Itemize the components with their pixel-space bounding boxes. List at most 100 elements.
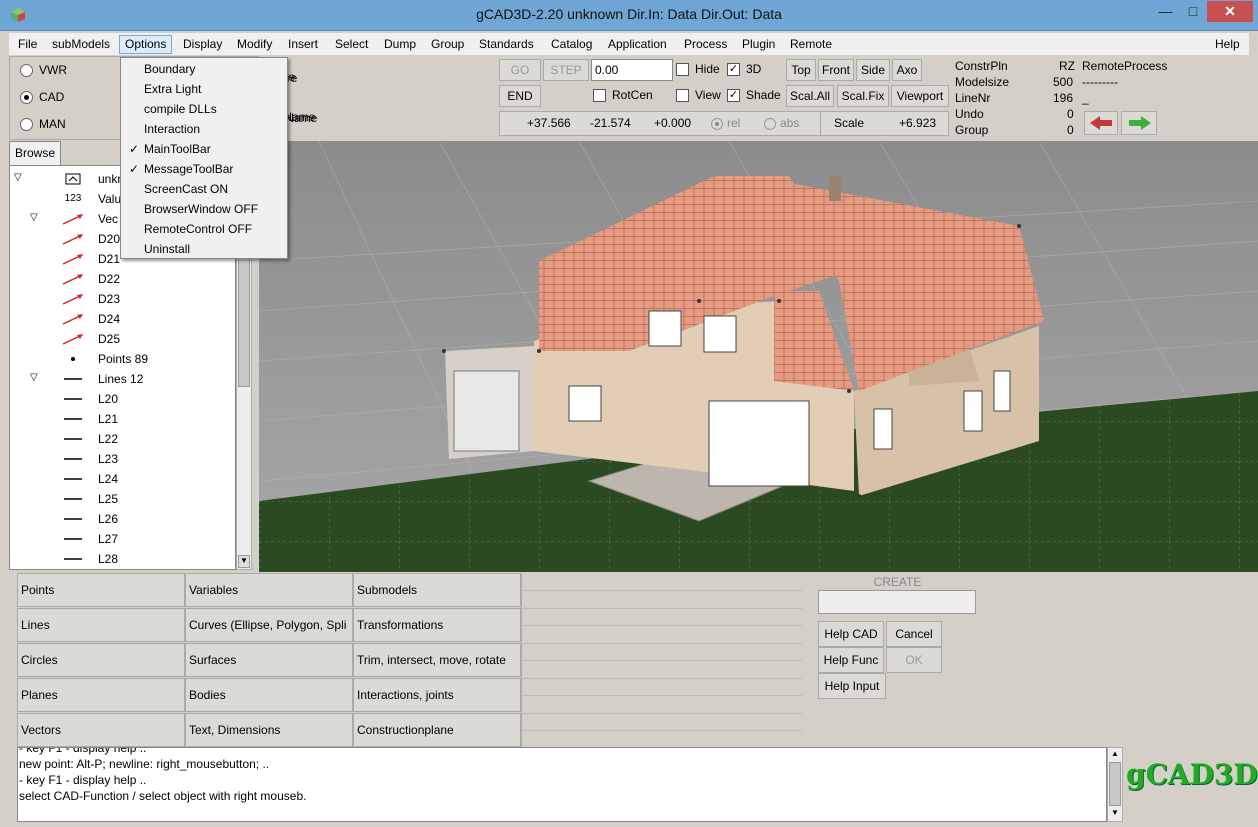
menu-group[interactable]: Group [425, 35, 470, 54]
options-menu-item[interactable]: ScreenCast ON [121, 179, 287, 199]
maximize-button[interactable]: □ [1180, 1, 1206, 22]
create-input[interactable] [818, 590, 976, 614]
tree-node[interactable]: D25 [10, 329, 235, 349]
function-button[interactable]: Text, Dimensions [185, 713, 353, 747]
menu-remote[interactable]: Remote [784, 35, 838, 54]
top-view-button[interactable]: Top [786, 59, 816, 81]
tree-node[interactable]: D23 [10, 289, 235, 309]
function-button[interactable]: Lines [17, 608, 185, 642]
tree-node[interactable]: L21 [10, 409, 235, 429]
scroll-down-icon[interactable]: ▼ [1109, 808, 1121, 820]
function-button[interactable]: Variables [185, 573, 353, 607]
tree-node[interactable]: Points 89 [10, 349, 235, 369]
message-area[interactable]: - key F1 - display help .. new point: Al… [17, 747, 1107, 822]
hide-checkbox[interactable]: Hide [676, 62, 720, 77]
tree-node[interactable]: D22 [10, 269, 235, 289]
menu-process[interactable]: Process [678, 35, 733, 54]
step-value-input[interactable]: 0.00 [591, 59, 673, 81]
tree-node[interactable]: L27 [10, 529, 235, 549]
function-button[interactable]: Points [17, 573, 185, 607]
scroll-down-icon[interactable]: ▼ [238, 555, 250, 568]
menu-catalog[interactable]: Catalog [545, 35, 598, 54]
redo-arrow-button[interactable] [1121, 111, 1157, 135]
mode-cad-radio[interactable]: CAD [20, 90, 110, 110]
options-menu-item[interactable]: compile DLLs [121, 99, 287, 119]
go-button[interactable]: GO [499, 59, 541, 81]
menu-application[interactable]: Application [602, 35, 673, 54]
menu-submodels[interactable]: subModels [46, 35, 116, 54]
function-button[interactable]: Vectors [17, 713, 185, 747]
options-menu-item[interactable]: RemoteControl OFF [121, 219, 287, 239]
menu-select[interactable]: Select [329, 35, 374, 54]
ok-button[interactable]: OK [886, 647, 942, 673]
function-button[interactable]: Bodies [185, 678, 353, 712]
house-model-render[interactable] [259, 141, 1258, 572]
menu-help[interactable]: Help [1209, 35, 1246, 54]
function-button[interactable]: Submodels [353, 573, 521, 607]
options-menu-item[interactable]: Uninstall [121, 239, 287, 259]
front-view-button[interactable]: Front [818, 59, 854, 81]
tree-node[interactable]: L28 [10, 549, 235, 569]
step-button[interactable]: STEP [543, 59, 589, 81]
function-button[interactable]: Trim, intersect, move, rotate [353, 643, 521, 677]
mode-vwr-radio[interactable]: VWR [20, 63, 110, 83]
rotcen-checkbox[interactable]: RotCen [593, 88, 653, 103]
tree-node[interactable]: L25 [10, 489, 235, 509]
tree-node[interactable]: L22 [10, 429, 235, 449]
options-menu-item[interactable]: Interaction [121, 119, 287, 139]
function-button[interactable]: Constructionplane [353, 713, 521, 747]
axo-view-button[interactable]: Axo [892, 59, 922, 81]
3d-checkbox[interactable]: ✓ 3D [727, 62, 761, 77]
side-view-button[interactable]: Side [856, 59, 890, 81]
options-menu-item[interactable]: Extra Light [121, 79, 287, 99]
tree-node[interactable]: ▽ Lines 12 [10, 369, 235, 389]
function-button[interactable]: Curves (Ellipse, Polygon, Spli [185, 608, 353, 642]
function-button[interactable]: Surfaces [185, 643, 353, 677]
function-button[interactable]: Interactions, joints [353, 678, 521, 712]
tree-node[interactable]: L24 [10, 469, 235, 489]
function-button[interactable]: Planes [17, 678, 185, 712]
menu-plugin[interactable]: Plugin [736, 35, 781, 54]
end-button[interactable]: END [499, 85, 541, 107]
expand-toggle-icon[interactable]: ▽ [30, 372, 38, 383]
scroll-up-icon[interactable]: ▲ [1109, 749, 1121, 761]
minimize-button[interactable]: — [1152, 1, 1179, 22]
function-button[interactable]: Circles [17, 643, 185, 677]
viewport-button[interactable]: Viewport [891, 85, 949, 107]
abs-radio[interactable]: abs [764, 116, 799, 130]
menu-options[interactable]: Options [119, 35, 173, 54]
menu-display[interactable]: Display [177, 35, 228, 54]
tree-node[interactable]: D24 [10, 309, 235, 329]
tab-browse[interactable]: Browse [9, 141, 61, 165]
tree-node[interactable]: L23 [10, 449, 235, 469]
message-scrollbar[interactable]: ▲ ▼ [1107, 747, 1123, 822]
options-menu-item[interactable]: ✓ MainToolBar [121, 139, 287, 159]
view-checkbox[interactable]: View [676, 88, 721, 103]
scal-all-button[interactable]: Scal.All [786, 85, 834, 107]
cancel-button[interactable]: Cancel [886, 621, 942, 647]
rel-radio[interactable]: rel [711, 116, 740, 130]
menu-modify[interactable]: Modify [231, 35, 278, 54]
options-menu-item[interactable]: Boundary [121, 59, 287, 79]
help-cad-button[interactable]: Help CAD [818, 621, 884, 647]
scrollbar-thumb[interactable] [1109, 762, 1121, 806]
help-func-button[interactable]: Help Func [818, 647, 884, 673]
expand-toggle-icon[interactable]: ▽ [30, 212, 38, 223]
menu-standards[interactable]: Standards [473, 35, 540, 54]
help-input-button[interactable]: Help Input [818, 673, 886, 699]
options-menu-item[interactable]: ✓ MessageToolBar [121, 159, 287, 179]
shade-checkbox[interactable]: ✓ Shade [727, 88, 781, 103]
close-button[interactable]: ✕ [1207, 1, 1253, 22]
mode-man-radio[interactable]: MAN [20, 117, 110, 137]
tree-node[interactable]: L20 [10, 389, 235, 409]
options-menu-item[interactable]: BrowserWindow OFF [121, 199, 287, 219]
menu-insert[interactable]: Insert [282, 35, 324, 54]
menu-dump[interactable]: Dump [378, 35, 422, 54]
menu-file[interactable]: File [12, 35, 43, 54]
undo-arrow-button[interactable] [1084, 111, 1118, 135]
3d-viewport[interactable] [259, 141, 1258, 572]
tree-node[interactable]: L26 [10, 509, 235, 529]
scal-fix-button[interactable]: Scal.Fix [837, 85, 889, 107]
function-button[interactable]: Transformations [353, 608, 521, 642]
expand-toggle-icon[interactable]: ▽ [14, 172, 22, 183]
